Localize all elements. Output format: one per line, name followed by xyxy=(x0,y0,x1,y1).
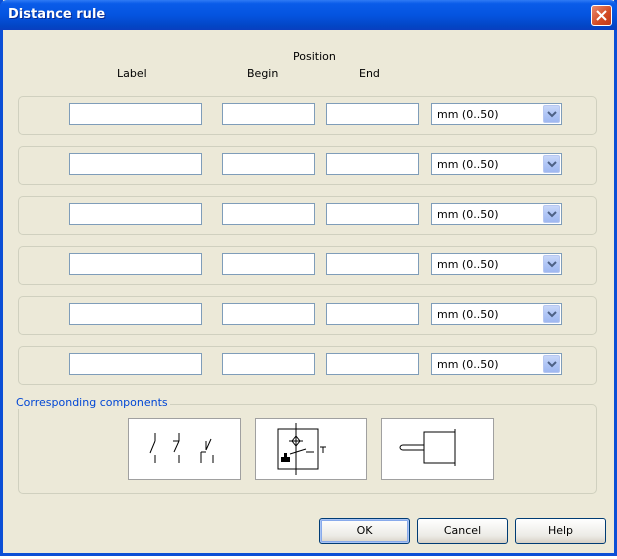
component-tile[interactable] xyxy=(381,418,494,480)
group-label: Corresponding components xyxy=(14,396,170,409)
close-icon xyxy=(596,10,607,21)
switch-contacts-icon xyxy=(149,433,214,463)
end-header: End xyxy=(359,67,380,80)
end-input[interactable] xyxy=(326,153,419,175)
unit-value: mm (0..50) xyxy=(437,158,499,171)
begin-input[interactable] xyxy=(222,203,315,225)
unit-dropdown[interactable]: mm (0..50) xyxy=(431,153,562,175)
cancel-button[interactable]: Cancel xyxy=(417,518,508,544)
distance-rule-dialog: Distance rule Position Label Begin End m… xyxy=(0,0,617,556)
unit-dropdown[interactable]: mm (0..50) xyxy=(431,303,562,325)
close-button[interactable] xyxy=(591,5,612,26)
begin-input[interactable] xyxy=(222,103,315,125)
label-input[interactable] xyxy=(69,153,202,175)
chevron-down-icon xyxy=(547,211,557,218)
begin-input[interactable] xyxy=(222,303,315,325)
end-input[interactable] xyxy=(326,103,419,125)
proximity-sensor-icon xyxy=(277,423,326,475)
ok-button[interactable]: OK xyxy=(319,518,410,544)
title-bar[interactable]: Distance rule xyxy=(0,0,617,30)
rule-row: mm (0..50) xyxy=(18,96,597,135)
plug-connector-icon xyxy=(399,429,456,466)
end-input[interactable] xyxy=(326,203,419,225)
label-header: Label xyxy=(117,67,147,80)
unit-value: mm (0..50) xyxy=(437,308,499,321)
position-header: Position xyxy=(293,50,336,63)
dropdown-arrow-button[interactable] xyxy=(543,255,560,273)
unit-dropdown[interactable]: mm (0..50) xyxy=(431,353,562,375)
unit-value: mm (0..50) xyxy=(437,358,499,371)
unit-dropdown[interactable]: mm (0..50) xyxy=(431,203,562,225)
label-input[interactable] xyxy=(69,203,202,225)
unit-dropdown[interactable]: mm (0..50) xyxy=(431,253,562,275)
window-title: Distance rule xyxy=(8,7,106,22)
rule-row: mm (0..50) xyxy=(18,246,597,285)
unit-value: mm (0..50) xyxy=(437,258,499,271)
rule-row: mm (0..50) xyxy=(18,296,597,335)
label-input[interactable] xyxy=(69,303,202,325)
unit-value: mm (0..50) xyxy=(437,208,499,221)
dropdown-arrow-button[interactable] xyxy=(543,305,560,323)
dialog-body: Position Label Begin End mm (0..50) mm (… xyxy=(3,30,614,553)
chevron-down-icon xyxy=(547,261,557,268)
unit-value: mm (0..50) xyxy=(437,108,499,121)
chevron-down-icon xyxy=(547,361,557,368)
dropdown-arrow-button[interactable] xyxy=(543,155,560,173)
help-button[interactable]: Help xyxy=(515,518,606,544)
chevron-down-icon xyxy=(547,161,557,168)
end-input[interactable] xyxy=(326,253,419,275)
rule-row: mm (0..50) xyxy=(18,146,597,185)
begin-header: Begin xyxy=(247,67,279,80)
dropdown-arrow-button[interactable] xyxy=(543,355,560,373)
end-input[interactable] xyxy=(326,303,419,325)
chevron-down-icon xyxy=(547,311,557,318)
begin-input[interactable] xyxy=(222,253,315,275)
rule-row: mm (0..50) xyxy=(18,346,597,385)
label-input[interactable] xyxy=(69,353,202,375)
begin-input[interactable] xyxy=(222,353,315,375)
component-tile[interactable] xyxy=(128,418,241,480)
rule-row: mm (0..50) xyxy=(18,196,597,235)
label-input[interactable] xyxy=(69,103,202,125)
label-input[interactable] xyxy=(69,253,202,275)
chevron-down-icon xyxy=(547,111,557,118)
dropdown-arrow-button[interactable] xyxy=(543,105,560,123)
end-input[interactable] xyxy=(326,353,419,375)
begin-input[interactable] xyxy=(222,153,315,175)
unit-dropdown[interactable]: mm (0..50) xyxy=(431,103,562,125)
component-tile[interactable] xyxy=(255,418,367,480)
dropdown-arrow-button[interactable] xyxy=(543,205,560,223)
